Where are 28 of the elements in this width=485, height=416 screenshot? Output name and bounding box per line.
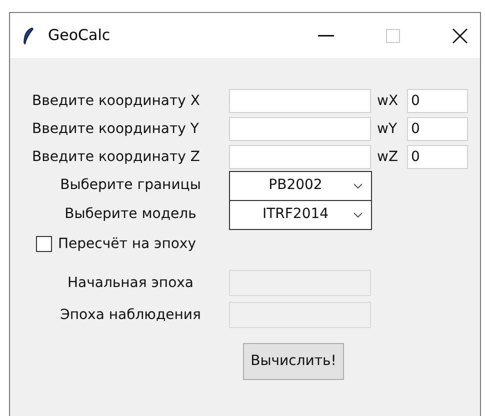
weight-label: wX <box>377 92 400 110</box>
chevron-icon <box>353 212 363 218</box>
maximize-icon[interactable] <box>386 28 400 42</box>
minimize-icon[interactable] <box>318 34 334 36</box>
field-label: Введите координату Z <box>32 148 201 166</box>
coordinate-field[interactable] <box>229 89 371 113</box>
weight-label: wZ <box>377 148 400 166</box>
dropdown[interactable]: ITRF2014 <box>229 200 372 230</box>
chevron-icon <box>353 182 363 188</box>
feather-icon <box>22 26 34 44</box>
field-label: Введите координату Y <box>32 120 200 138</box>
dropdown[interactable]: PB2002 <box>229 170 372 200</box>
checkbox-label: Пересчёт на эпоху <box>58 234 196 254</box>
field-label: Эпоха наблюдения <box>60 306 201 324</box>
weight-field[interactable]: 0 <box>407 117 468 141</box>
field-label: Введите координату X <box>32 92 201 110</box>
field-label: Начальная эпоха <box>67 274 194 292</box>
select-label: Выберите границы <box>60 176 201 195</box>
coordinate-field[interactable] <box>229 145 371 169</box>
window-title: GeoCalc <box>48 25 110 46</box>
checkbox[interactable] <box>36 236 52 252</box>
close-icon[interactable] <box>452 28 468 44</box>
coordinate-field[interactable] <box>229 117 371 141</box>
weight-label: wY <box>377 120 398 138</box>
weight-field[interactable]: 0 <box>407 145 468 169</box>
weight-field[interactable]: 0 <box>407 89 468 113</box>
calculate-button[interactable]: Вычислить! <box>243 343 344 380</box>
select-label: Выберите модель <box>64 205 196 224</box>
